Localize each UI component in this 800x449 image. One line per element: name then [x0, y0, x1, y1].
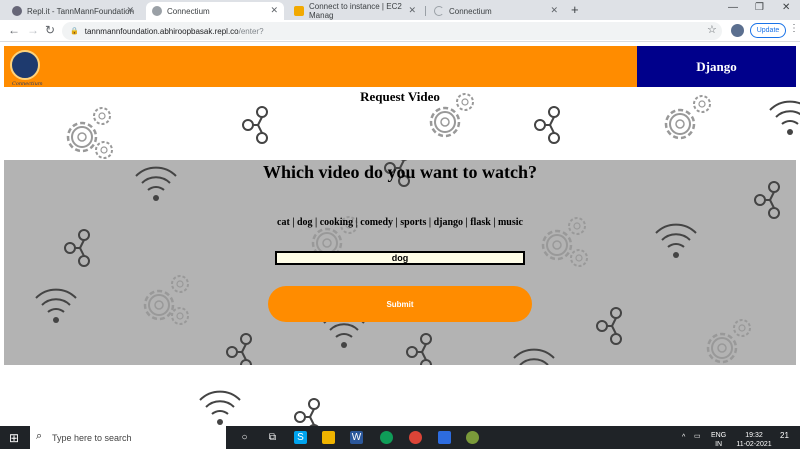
tab-title: Repl.it - TannMannFoundation: [27, 6, 135, 16]
url-host: tannmannfoundation.abhiroopbasak.repl.co: [84, 26, 239, 36]
close-icon[interactable]: ✕: [126, 5, 134, 16]
replit-favicon-icon: [12, 6, 22, 16]
bookmark-star-icon[interactable]: ☆: [707, 23, 717, 36]
page-title: Request Video: [360, 89, 440, 104]
browser-tab-strip: Repl.it - TannMannFoundation ✕ Connectiu…: [0, 0, 800, 20]
tab-divider: [425, 6, 426, 16]
taskbar-search-placeholder: Type here to search: [52, 432, 132, 443]
update-button[interactable]: Update: [750, 23, 786, 38]
clock-time: 19:32: [745, 432, 763, 439]
tab-title: Connectium: [449, 6, 492, 16]
video-request-panel: Which video do you want to watch? cat | …: [4, 160, 796, 365]
skype-icon[interactable]: S: [294, 431, 307, 444]
video-search-input[interactable]: dog: [275, 251, 525, 265]
task-view-icon[interactable]: ⧉: [266, 431, 279, 444]
tab-replit[interactable]: Repl.it - TannMannFoundation ✕: [6, 2, 140, 20]
django-brand[interactable]: Django: [637, 46, 796, 87]
top-navbar: Connectium: [4, 46, 637, 87]
network-icon[interactable]: ▭: [694, 433, 701, 440]
tab-title: Connectium: [167, 6, 210, 16]
new-tab-plus-icon[interactable]: +: [571, 2, 579, 17]
chevron-up-icon[interactable]: ^: [682, 434, 685, 441]
browser-toolbar: ← → ↻ 🔒 tannmannfoundation.abhiroopbasak…: [0, 20, 800, 42]
clock[interactable]: 19:32 11-02-2021: [734, 432, 774, 448]
windows-start-icon[interactable]: ⊞: [9, 431, 19, 445]
close-icon[interactable]: ✕: [550, 5, 558, 16]
chrome-icon[interactable]: [409, 431, 422, 444]
url-path: /enter?: [238, 26, 264, 36]
tab-ec2[interactable]: Connect to instance | EC2 Manag ✕: [288, 2, 422, 20]
loading-spinner-icon: [434, 6, 444, 16]
word-app-icon[interactable]: W: [350, 431, 363, 444]
close-window-icon[interactable]: ✕: [782, 2, 790, 13]
notification-badge[interactable]: 21: [780, 432, 789, 440]
language-indicator[interactable]: ENG IN: [711, 432, 726, 448]
web-page: Connectium Django Request Video Which vi…: [0, 42, 800, 426]
address-bar[interactable]: 🔒 tannmannfoundation.abhiroopbasak.repl.…: [62, 22, 722, 40]
lock-icon: 🔒: [70, 28, 79, 35]
kebab-menu-icon[interactable]: ⋮: [789, 23, 799, 34]
globe-icon: [152, 6, 162, 16]
lang-bottom: IN: [715, 441, 723, 448]
lang-top: ENG: [711, 432, 727, 439]
file-explorer-icon[interactable]: [322, 431, 335, 444]
submit-button[interactable]: Submit: [268, 286, 532, 322]
aws-favicon-icon: [294, 6, 304, 16]
network-app-icon[interactable]: [438, 431, 451, 444]
clock-date: 11-02-2021: [736, 441, 772, 448]
question-heading: Which video do you want to watch?: [262, 162, 538, 182]
reload-icon[interactable]: ↻: [45, 23, 55, 37]
tab-title: Connect to instance | EC2 Manag: [309, 2, 402, 20]
connectium-logo[interactable]: [10, 50, 40, 80]
paint-app-icon[interactable]: [466, 431, 479, 444]
search-icon: ⌕: [36, 430, 43, 442]
close-icon[interactable]: ✕: [408, 5, 416, 16]
minimize-icon[interactable]: —: [728, 2, 738, 13]
cortana-circle-icon[interactable]: ○: [238, 431, 251, 444]
back-arrow-icon[interactable]: ←: [8, 23, 20, 37]
category-list: cat | dog | cooking | comedy | sports | …: [277, 217, 523, 228]
close-icon[interactable]: ✕: [270, 5, 278, 16]
tab-connectium-loading[interactable]: Connectium ✕: [428, 2, 564, 20]
taskbar-search-box[interactable]: ⌕ Type here to search: [30, 426, 226, 449]
edge-browser-icon[interactable]: [380, 431, 393, 444]
forward-arrow-icon[interactable]: →: [27, 23, 39, 37]
logo-text: Connectium: [12, 81, 43, 87]
profile-avatar[interactable]: [731, 24, 744, 37]
restore-icon[interactable]: ❐: [755, 2, 764, 13]
tab-connectium-active[interactable]: Connectium ✕: [146, 2, 284, 20]
windows-taskbar: ⊞ ⌕ Type here to search ○ ⧉ S W ^ ▭ ENG …: [0, 426, 800, 449]
